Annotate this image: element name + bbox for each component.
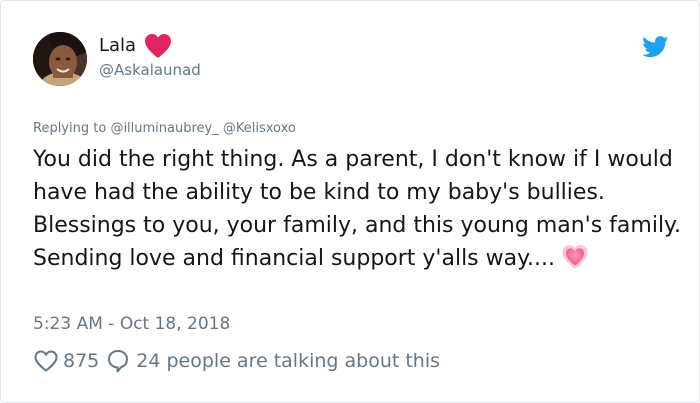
- author-handle[interactable]: @Askalaunad: [99, 59, 201, 81]
- author-name-row: Lala: [99, 33, 172, 59]
- avatar[interactable]: [33, 32, 87, 86]
- tweet-text: You did the right thing. As a parent, I …: [33, 147, 700, 271]
- reply-context: Replying to @illuminaubrey_ @Kelisxoxo: [33, 120, 296, 138]
- heart-outline-icon[interactable]: [34, 350, 58, 372]
- like-count: 875: [63, 350, 100, 372]
- twitter-bird-icon[interactable]: [642, 36, 669, 58]
- sparkling-heart-icon: [561, 243, 589, 271]
- tweet-text-block: You did the right thing. As a parent, I …: [33, 143, 683, 275]
- mention-link[interactable]: @Kelisxoxo: [223, 121, 296, 136]
- reply-prefix: Replying to: [33, 121, 111, 136]
- display-name[interactable]: Lala: [99, 33, 136, 59]
- talking-about-link[interactable]: 24 people are talking about this: [136, 350, 440, 372]
- engagement-bar: 875 24 people are talking about this: [34, 347, 440, 375]
- mention-link[interactable]: @illuminaubrey_: [110, 121, 218, 136]
- timestamp[interactable]: 5:23 AM - Oct 18, 2018: [33, 312, 230, 336]
- red-heart-icon: [144, 33, 172, 59]
- avatar-image: [33, 32, 87, 86]
- speech-bubble-icon[interactable]: [106, 349, 130, 373]
- tweet-card: Lala @Askalaunad Replying to @illuminaub…: [0, 0, 700, 403]
